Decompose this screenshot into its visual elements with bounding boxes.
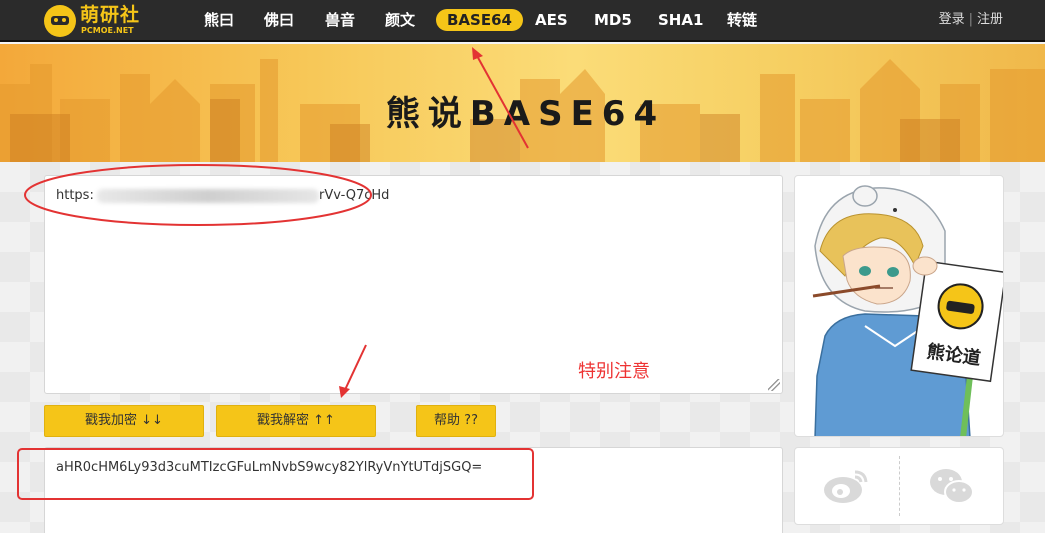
output-text: aHR0cHM6Ly93d3cuMTIzcGFuLmNvbS9wcy82YlRy…	[56, 460, 483, 475]
logo-icon	[44, 5, 76, 37]
nav-item-aes[interactable]: AES	[535, 9, 568, 31]
nav-item-foyue[interactable]: 佛曰	[264, 9, 294, 31]
wechat-icon[interactable]	[927, 466, 977, 506]
redacted-mask	[97, 189, 319, 203]
help-button[interactable]: 帮助 ??	[416, 405, 496, 437]
decrypt-button[interactable]: 戳我解密 ↑↑	[216, 405, 376, 437]
mascot-illustration: 熊论道	[794, 175, 1004, 437]
mascot-drawing: 熊论道	[812, 185, 1003, 436]
user-links: 登录 | 注册	[939, 11, 1003, 29]
resize-handle[interactable]	[768, 379, 780, 391]
nav-item-yanwen[interactable]: 颜文	[385, 9, 415, 31]
logo-subtitle: PCMOE.NET	[81, 26, 134, 35]
nav-item-base64[interactable]: BASE64	[436, 9, 523, 31]
encrypt-button[interactable]: 戳我加密 ↓↓	[44, 405, 204, 437]
register-link[interactable]: 注册	[977, 12, 1003, 27]
nav-item-sha1[interactable]: SHA1	[658, 9, 703, 31]
main-content: https: rVv-Q7cHd 戳我加密 ↓↓ 戳我解密 ↑↑ 帮助 ?? a…	[0, 162, 1045, 533]
banner-title: 熊说BASE64	[385, 94, 666, 134]
input-text-end: rVv-Q7cHd	[319, 188, 390, 203]
weibo-icon[interactable]	[821, 466, 871, 506]
page-banner: 熊说BASE64	[0, 44, 1045, 162]
input-text-start: https:	[56, 188, 94, 203]
share-divider	[899, 456, 900, 516]
nav-item-md5[interactable]: MD5	[594, 9, 632, 31]
login-link[interactable]: 登录	[939, 12, 965, 27]
top-navbar: 萌研社 PCMOE.NET 熊曰 佛曰 兽音 颜文 BASE64 AES MD5…	[0, 0, 1045, 42]
share-panel	[794, 447, 1004, 525]
nav-item-xiongyue[interactable]: 熊曰	[204, 9, 234, 31]
user-links-separator: |	[968, 12, 973, 27]
plaintext-input[interactable]: https: rVv-Q7cHd	[44, 175, 783, 394]
nav-item-zhuanlian[interactable]: 转链	[727, 9, 757, 31]
site-logo[interactable]: 萌研社 PCMOE.NET	[44, 5, 154, 37]
logo-name: 萌研社	[80, 4, 141, 26]
ciphertext-output[interactable]: aHR0cHM6Ly93d3cuMTIzcGFuLmNvbS9wcy82YlRy…	[44, 447, 783, 533]
nav-item-shouyin[interactable]: 兽音	[325, 9, 355, 31]
